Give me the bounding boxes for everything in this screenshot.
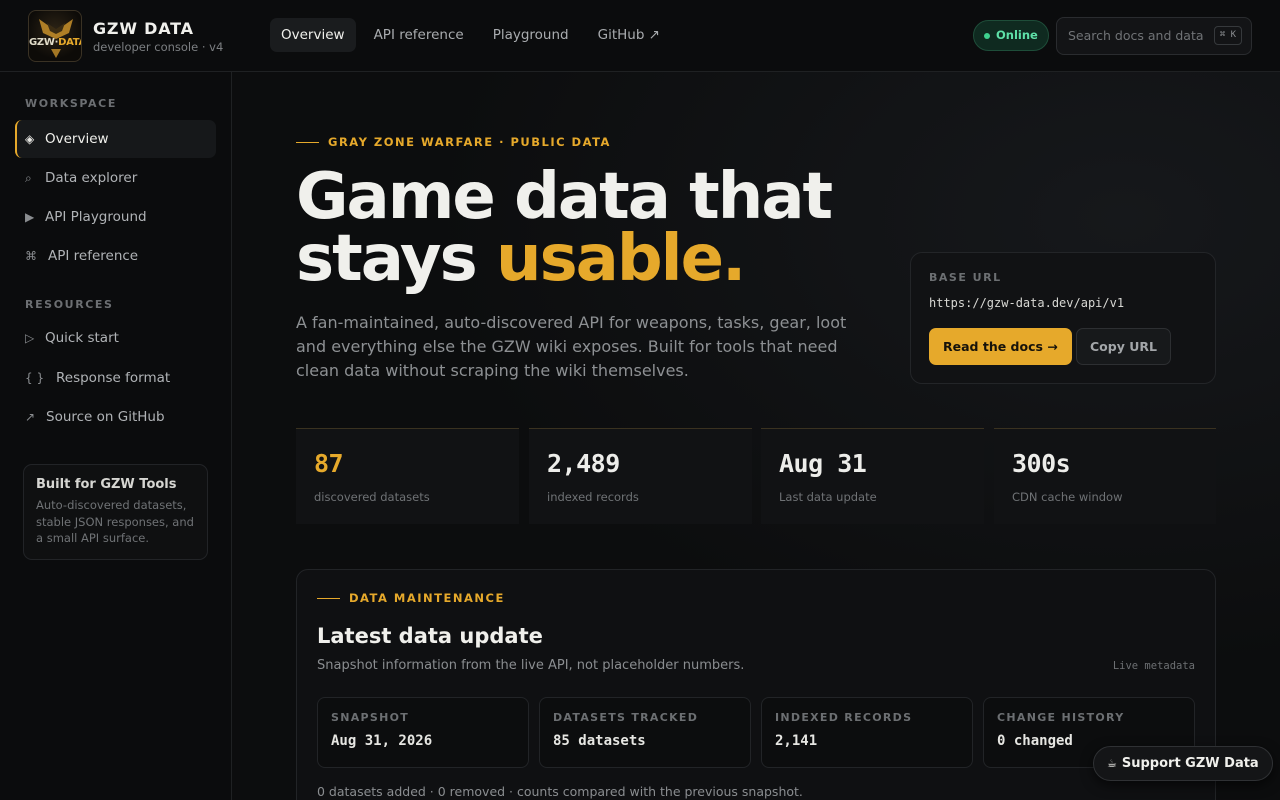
sidebar-card-title: Built for GZW Tools: [36, 477, 177, 492]
support-label: Support GZW Data: [1121, 756, 1259, 771]
eyebrow-line: [296, 141, 319, 143]
stats-row: 87 discovered datasets 2,489 indexed rec…: [296, 428, 1216, 524]
base-url-value[interactable]: https://gzw-data.dev/api/v1: [929, 296, 1197, 310]
top-nav-overview[interactable]: Overview: [270, 18, 356, 52]
hero-title-line2: stays: [296, 222, 496, 296]
hero-eyebrow-text: GRAY ZONE WARFARE · PUBLIC DATA: [328, 135, 611, 149]
sidebar-info-card: Built for GZW Tools Auto-discovered data…: [23, 464, 208, 560]
play-outline-icon: ▷: [25, 331, 35, 345]
stat-datasets: 87 discovered datasets: [296, 428, 519, 524]
sidebar-item-label: Quick start: [45, 330, 119, 346]
logo: GZW·DATA: [28, 10, 82, 62]
stat-label: discovered datasets: [314, 490, 430, 504]
maintenance-description: Snapshot information from the live API, …: [317, 658, 745, 673]
search-shortcut: ⌘ K: [1213, 26, 1242, 45]
read-docs-button[interactable]: Read the docs →: [929, 328, 1072, 365]
stat-records: 2,489 indexed records: [529, 428, 752, 524]
brand-name: GZW DATA: [93, 18, 194, 38]
stat-value: Aug 31: [779, 449, 867, 478]
hero-title: Game data that stays usable.: [296, 165, 896, 291]
sidebar-item-label: Source on GitHub: [46, 409, 165, 425]
mini-label: SNAPSHOT: [331, 711, 410, 724]
mini-label: DATASETS TRACKED: [553, 711, 699, 724]
maintenance-meta: Live metadata: [1112, 660, 1195, 672]
top-nav: Overview API reference Playground GitHub…: [270, 18, 678, 52]
sidebar-item-label: Response format: [56, 370, 171, 386]
mini-value: Aug 31, 2026: [331, 733, 433, 749]
sidebar: WORKSPACE ◈ Overview ⌕ Data explorer ▶ A…: [0, 72, 232, 800]
search-input[interactable]: Search docs and data ⌘ K: [1056, 17, 1252, 55]
sidebar-item-source-github[interactable]: ↗ Source on GitHub: [15, 398, 216, 436]
base-url-card: BASE URL https://gzw-data.dev/api/v1 Rea…: [910, 252, 1216, 384]
stat-value: 300s: [1012, 449, 1071, 478]
status-label: Online: [996, 28, 1038, 42]
mini-value: 2,141: [775, 733, 818, 749]
sidebar-item-label: Overview: [45, 131, 109, 147]
brand[interactable]: GZW·DATA GZW DATA developer console · v4: [28, 10, 223, 62]
command-icon: ⌘: [25, 249, 37, 263]
diamond-icon: ◈: [25, 132, 35, 146]
top-nav-github[interactable]: GitHub ↗: [587, 18, 671, 52]
hero-description: A fan-maintained, auto-discovered API fo…: [296, 313, 847, 380]
play-icon: ▶: [25, 210, 35, 224]
external-link-icon: ↗: [25, 410, 36, 424]
base-url-label: BASE URL: [929, 271, 1002, 284]
mini-label: CHANGE HISTORY: [997, 711, 1125, 724]
mini-label: INDEXED RECORDS: [775, 711, 913, 724]
top-bar: GZW·DATA GZW DATA developer console · v4…: [0, 0, 1280, 72]
sidebar-item-data-explorer[interactable]: ⌕ Data explorer: [15, 159, 216, 197]
stat-cache-window: 300s CDN cache window: [994, 428, 1216, 524]
status-dot-icon: [984, 32, 990, 39]
sidebar-item-label: Data explorer: [45, 170, 138, 186]
sidebar-heading-workspace: WORKSPACE: [25, 97, 117, 110]
sidebar-heading-resources: RESOURCES: [25, 298, 114, 311]
data-maintenance-panel: DATA MAINTENANCE Latest data update Snap…: [296, 569, 1216, 800]
support-button[interactable]: ☕ Support GZW Data: [1093, 746, 1273, 781]
sidebar-item-response-format[interactable]: { } Response format: [15, 359, 216, 397]
maintenance-eyebrow: DATA MAINTENANCE: [317, 591, 505, 605]
stat-value: 2,489: [547, 449, 620, 478]
indexed-records-card: INDEXED RECORDS 2,141: [761, 697, 973, 768]
sidebar-item-api-playground[interactable]: ▶ API Playground: [15, 198, 216, 236]
sidebar-item-label: API reference: [48, 248, 139, 264]
stat-last-update: Aug 31 Last data update: [761, 428, 984, 524]
maintenance-footer: 0 datasets added · 0 removed · counts co…: [317, 784, 803, 799]
sidebar-card-text: Auto-discovered datasets, stable JSON re…: [36, 498, 194, 545]
sidebar-item-quick-start[interactable]: ▷ Quick start: [15, 319, 216, 357]
sidebar-item-overview[interactable]: ◈ Overview: [15, 120, 216, 158]
search-icon: ⌕: [25, 170, 32, 185]
maintenance-title: Latest data update: [317, 624, 543, 648]
eyebrow-line: [317, 597, 340, 599]
coffee-icon: ☕: [1107, 757, 1117, 770]
maintenance-eyebrow-text: DATA MAINTENANCE: [349, 591, 505, 605]
datasets-tracked-card: DATASETS TRACKED 85 datasets: [539, 697, 751, 768]
copy-url-button[interactable]: Copy URL: [1076, 328, 1171, 365]
search-placeholder: Search docs and data: [1068, 28, 1204, 43]
hero-eyebrow: GRAY ZONE WARFARE · PUBLIC DATA: [296, 135, 611, 149]
sidebar-item-api-reference[interactable]: ⌘ API reference: [15, 237, 216, 275]
stat-value: 87: [314, 449, 344, 478]
top-nav-playground[interactable]: Playground: [482, 18, 580, 52]
braces-icon: { }: [25, 371, 45, 385]
stat-label: Last data update: [779, 490, 877, 504]
snapshot-card: SNAPSHOT Aug 31, 2026: [317, 697, 529, 768]
status-badge: Online: [973, 20, 1049, 51]
mini-value: 85 datasets: [553, 733, 646, 749]
hero-title-accent: usable.: [496, 222, 746, 296]
top-nav-api-reference[interactable]: API reference: [363, 18, 475, 52]
stat-label: indexed records: [547, 490, 639, 504]
sidebar-item-label: API Playground: [45, 209, 147, 225]
logo-text: GZW·DATA: [29, 37, 81, 48]
brand-subtitle: developer console · v4: [93, 39, 224, 54]
main-content: GRAY ZONE WARFARE · PUBLIC DATA Game dat…: [232, 72, 1280, 800]
stat-label: CDN cache window: [1012, 490, 1123, 504]
